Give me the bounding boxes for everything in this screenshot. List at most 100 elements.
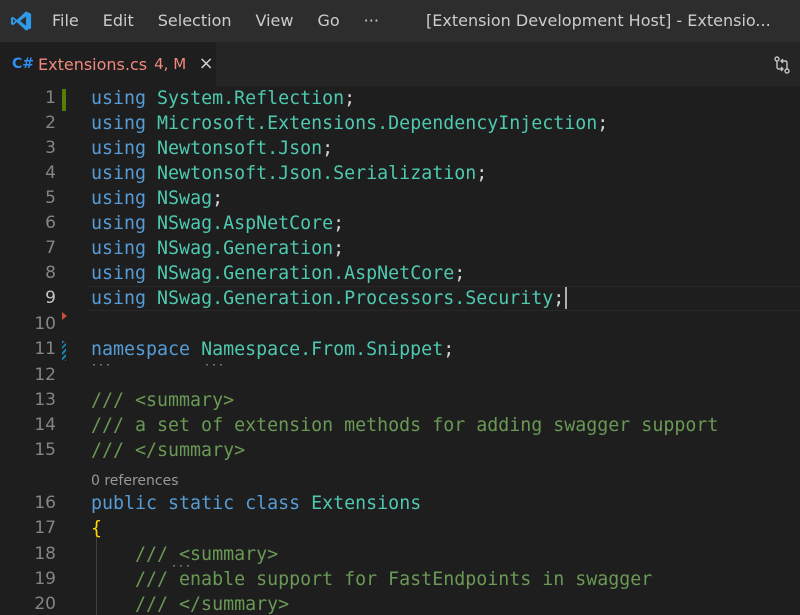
- code-token: using: [91, 188, 158, 209]
- code-line[interactable]: 16 public static class Extensions: [0, 491, 800, 516]
- line-code: /// a set of extension methods for addin…: [91, 413, 718, 438]
- code-token: using: [91, 88, 158, 109]
- line-number: 7: [45, 238, 56, 258]
- code-token: public: [91, 493, 169, 514]
- code-token: ;: [443, 339, 455, 360]
- code-token: /// enable support for FastEndpoints in …: [91, 569, 653, 590]
- close-icon[interactable]: ×: [198, 55, 214, 73]
- code-token: using: [91, 138, 158, 159]
- code-line[interactable]: 2 using Microsoft.Extensions.DependencyIn…: [0, 111, 800, 136]
- menu-bar: File Edit Selection View Go ···: [42, 0, 391, 42]
- line-number: 18: [34, 544, 56, 564]
- code-line[interactable]: 1 using System.Reflection;: [0, 86, 800, 111]
- code-line[interactable]: 7 using NSwag.Generation;: [0, 236, 800, 261]
- line-number: 2: [45, 113, 56, 133]
- line-number: 16: [34, 493, 56, 513]
- code-token: /// </summary>: [91, 440, 246, 461]
- code-token: NSwag.Generation: [157, 238, 334, 259]
- code-line[interactable]: 18 /// <summary>: [0, 542, 800, 567]
- line-number: 1: [45, 88, 56, 108]
- codelens-references[interactable]: 0 references: [91, 471, 179, 491]
- menu-file[interactable]: File: [42, 0, 91, 42]
- line-code: using Microsoft.Extensions.DependencyInj…: [91, 111, 608, 136]
- code-token: using: [91, 238, 158, 259]
- code-line[interactable]: 8 using NSwag.Generation.AspNetCore;: [0, 261, 800, 286]
- line-code: using NSwag.Generation.AspNetCore;: [91, 261, 465, 286]
- open-changes-icon[interactable]: [772, 55, 792, 75]
- code-token: NSwag: [157, 188, 213, 209]
- code-token: NSwag.Generation.AspNetCore: [157, 263, 455, 284]
- code-token: Namespace.From.Snippet: [201, 339, 444, 360]
- code-token: ;: [476, 163, 488, 184]
- code-token: ;: [333, 213, 345, 234]
- menu-edit[interactable]: Edit: [91, 0, 146, 42]
- line-code: /// </summary>: [91, 592, 289, 615]
- code-token: using: [91, 288, 158, 309]
- text-cursor: [565, 287, 568, 309]
- code-token: ;: [344, 88, 356, 109]
- line-number: 17: [34, 518, 56, 538]
- code-line[interactable]: 5 using NSwag;: [0, 186, 800, 211]
- line-code: using Newtonsoft.Json.Serialization;: [91, 161, 487, 186]
- code-token: /// </summary>: [91, 594, 290, 615]
- vscode-logo-icon[interactable]: [0, 0, 42, 42]
- line-code: using NSwag.Generation.Processors.Securi…: [91, 286, 568, 311]
- code-line[interactable]: 4 using Newtonsoft.Json.Serialization;: [0, 161, 800, 186]
- code-token: ;: [597, 113, 609, 134]
- code-line[interactable]: 20 /// </summary>: [0, 592, 800, 615]
- suggestion-dots: ···: [204, 360, 226, 371]
- line-number: 4: [45, 163, 56, 183]
- code-line[interactable]: 12: [0, 363, 800, 388]
- editor-tab-bar: C# Extensions.cs 4, M ×: [0, 42, 800, 86]
- line-code: namespace Namespace.From.Snippet;: [91, 337, 454, 362]
- line-code: using NSwag.Generation;: [91, 236, 344, 261]
- code-token: NSwag.AspNetCore: [157, 213, 334, 234]
- line-number: 9: [45, 288, 56, 308]
- csharp-file-icon: C#: [12, 56, 35, 72]
- code-token: Extensions: [311, 493, 422, 514]
- menu-go[interactable]: Go: [305, 0, 351, 42]
- code-line[interactable]: 9 using NSwag.Generation.Processors.Secur…: [0, 286, 800, 311]
- line-number: 12: [34, 365, 56, 385]
- line-code: using Newtonsoft.Json;: [91, 136, 333, 161]
- code-token: /// a set of extension methods for addin…: [91, 415, 719, 436]
- code-line[interactable]: 3 using Newtonsoft.Json;: [0, 136, 800, 161]
- code-line[interactable]: 13 /// <summary>: [0, 388, 800, 413]
- menu-more[interactable]: ···: [352, 0, 391, 42]
- code-token: static: [168, 493, 246, 514]
- line-code: /// </summary>: [91, 438, 245, 463]
- code-line[interactable]: 14 /// a set of extension methods for add…: [0, 413, 800, 438]
- line-code: public static class Extensions: [91, 491, 421, 516]
- line-number: 15: [34, 440, 56, 460]
- line-number: 8: [45, 263, 56, 283]
- line-number: 19: [34, 569, 56, 589]
- line-code: /// <summary>: [91, 388, 234, 413]
- tab-extensions-cs[interactable]: C# Extensions.cs 4, M ×: [0, 42, 216, 86]
- menu-selection[interactable]: Selection: [146, 0, 244, 42]
- line-code: {: [91, 516, 102, 541]
- line-code: using System.Reflection;: [91, 86, 355, 111]
- code-line[interactable]: 17 {: [0, 516, 800, 541]
- code-editor[interactable]: 1 using System.Reflection; 2 using Microsof…: [0, 86, 800, 615]
- line-code: using NSwag;: [91, 186, 223, 211]
- menu-view[interactable]: View: [244, 0, 306, 42]
- code-token: ;: [322, 138, 334, 159]
- code-token: using: [91, 263, 158, 284]
- code-token: using: [91, 163, 158, 184]
- code-line[interactable]: 15 /// </summary>: [0, 438, 800, 463]
- code-line[interactable]: 11 namespace Namespace.From.Snippet;: [0, 337, 800, 362]
- code-line[interactable]: 6 using NSwag.AspNetCore;: [0, 211, 800, 236]
- code-line[interactable]: 10: [0, 312, 800, 337]
- code-token: NSwag.Generation.Processors.Security: [157, 288, 554, 309]
- window-title: [Extension Development Host] - Extensio.…: [426, 11, 771, 30]
- title-bar: File Edit Selection View Go ··· [Extensi…: [0, 0, 800, 42]
- line-number: 13: [34, 390, 56, 410]
- code-token: Newtonsoft.Json.Serialization: [157, 163, 477, 184]
- code-token: Microsoft.Extensions.DependencyInjection: [157, 113, 598, 134]
- code-token: ;: [454, 263, 466, 284]
- problems-modified-badge: 4, M: [154, 55, 187, 73]
- suggestion-dots: ···: [171, 561, 193, 572]
- line-number: 5: [45, 188, 56, 208]
- code-line[interactable]: 19 /// enable support for FastEndpoints …: [0, 567, 800, 592]
- tab-filename: Extensions.cs: [38, 54, 148, 74]
